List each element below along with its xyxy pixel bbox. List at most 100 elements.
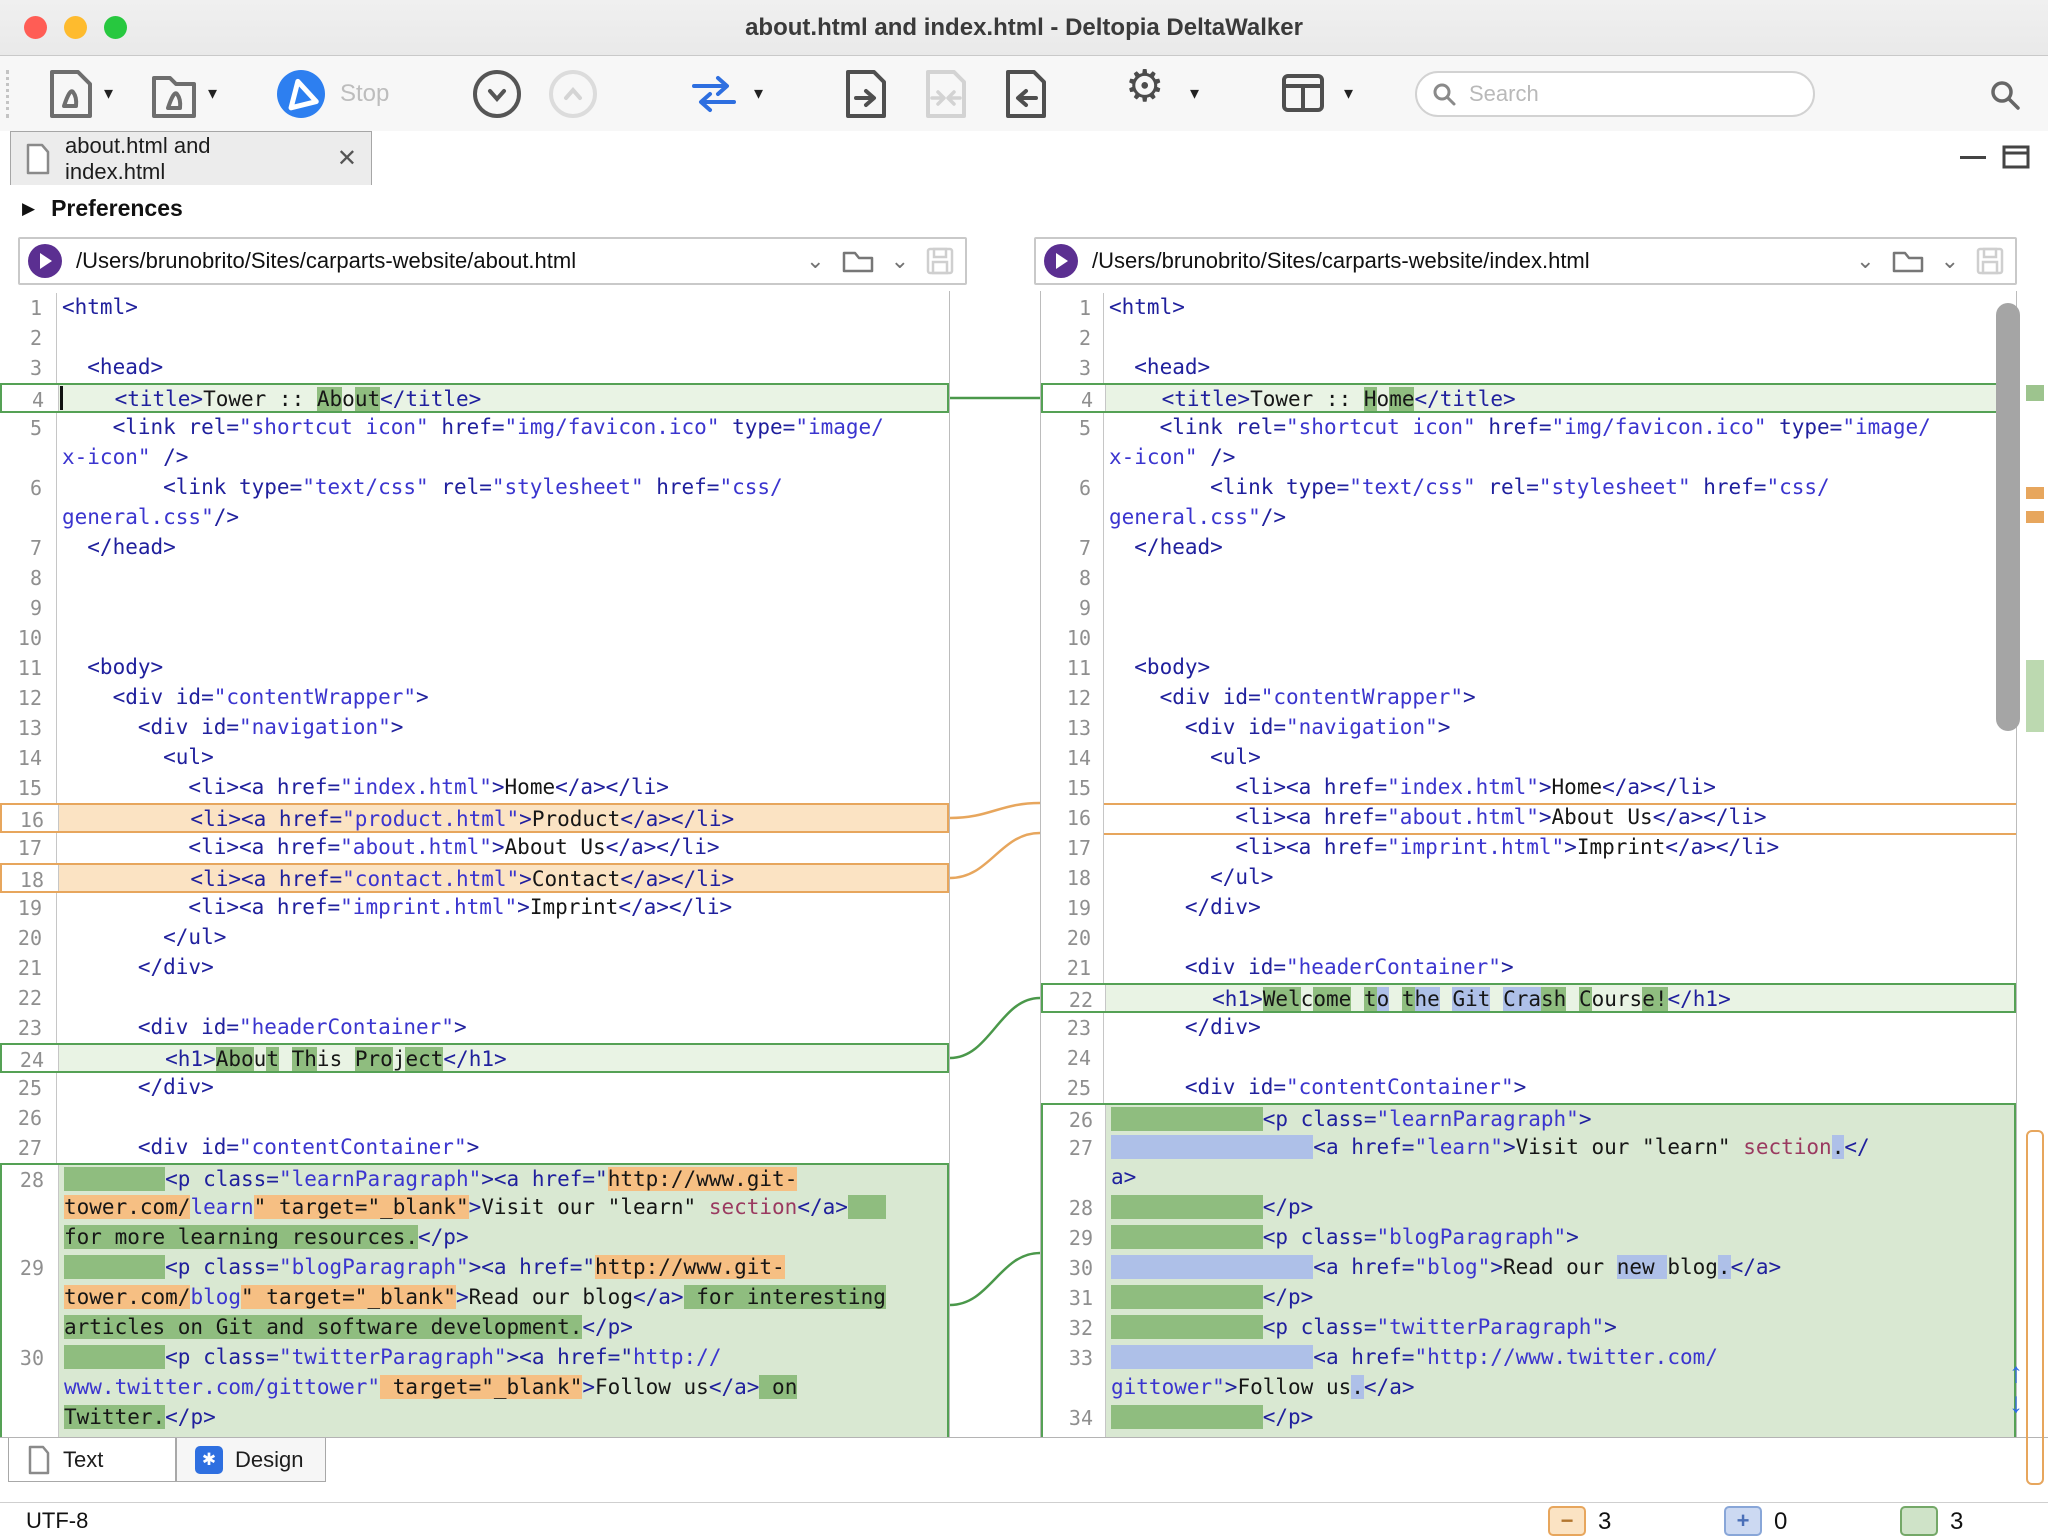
code-line[interactable]: </div> <box>1104 893 2016 923</box>
code-line[interactable]: <ul> <box>57 743 949 773</box>
folder-dropdown-icon[interactable]: ⌄ <box>891 248 909 274</box>
code-line[interactable]: <title>Tower :: About</title> <box>59 385 947 411</box>
code-line[interactable]: www.twitter.com/gittower" target="_blank… <box>59 1373 947 1403</box>
minimize-view-icon[interactable] <box>1960 156 1986 159</box>
left-code-pane[interactable]: 1<html>23 <head>4 <title>Tower :: About<… <box>0 291 950 1437</box>
ruler-mark[interactable] <box>2026 385 2044 401</box>
next-difference-button[interactable] <box>473 70 521 118</box>
merge-both-button[interactable] <box>922 68 972 127</box>
code-line[interactable]: <li><a href="imprint.html">Imprint</a></… <box>57 893 949 923</box>
code-line[interactable]: <a href="http://www.twitter.com/ <box>1106 1343 2014 1373</box>
code-line[interactable]: </div> <box>1104 1013 2016 1043</box>
code-line[interactable]: <div id="headerContainer"> <box>57 1013 949 1043</box>
code-line[interactable]: <li><a href="index.html">Home</a></li> <box>57 773 949 803</box>
compare-folders-dropdown[interactable]: ▾ <box>208 56 217 131</box>
layout-button[interactable] <box>1280 72 1326 119</box>
left-file-path[interactable]: /Users/brunobrito/Sites/carparts-website… <box>76 248 806 274</box>
diff-overview-ruler[interactable] <box>2026 291 2046 1437</box>
code-line[interactable]: <p class="blogParagraph"><a href="http:/… <box>59 1253 947 1283</box>
code-line[interactable]: </p> <box>1106 1193 2014 1223</box>
close-window-button[interactable] <box>24 16 47 39</box>
ruler-mark[interactable] <box>2026 660 2044 732</box>
code-line[interactable]: <div id="contentWrapper"> <box>57 683 949 713</box>
code-line[interactable]: <title>Tower :: Home</title> <box>1106 385 2014 411</box>
code-line[interactable]: <div id="contentContainer"> <box>57 1133 949 1163</box>
previous-difference-button[interactable] <box>549 70 597 118</box>
code-line[interactable]: general.css"/> <box>57 503 949 533</box>
code-line[interactable]: <p class="twitterParagraph"><a href="htt… <box>59 1343 947 1373</box>
code-line[interactable]: <div id="headerContainer"> <box>1104 953 2016 983</box>
preferences-label[interactable]: Preferences <box>51 195 183 222</box>
code-line[interactable] <box>1104 1043 2016 1073</box>
code-line[interactable]: <ul> <box>1104 743 2016 773</box>
code-line[interactable]: <body> <box>57 653 949 683</box>
code-line[interactable] <box>57 593 949 623</box>
code-line[interactable]: <a href="blog">Read our new blog.</a> <box>1106 1253 2014 1283</box>
scroll-nav-arrows[interactable]: ↑ ↓ <box>1999 1358 2033 1418</box>
merge-left-button[interactable] <box>1002 68 1052 127</box>
code-line[interactable]: a> <box>1106 1163 2014 1193</box>
code-line[interactable] <box>57 983 949 1013</box>
arrow-up-icon[interactable]: ↑ <box>1999 1358 2033 1388</box>
folder-dropdown-icon[interactable]: ⌄ <box>1941 248 1959 274</box>
code-line[interactable]: <html> <box>1104 293 2016 323</box>
folder-icon[interactable] <box>1891 247 1925 275</box>
right-file-path[interactable]: /Users/brunobrito/Sites/carparts-website… <box>1092 248 1856 274</box>
minimize-window-button[interactable] <box>64 16 87 39</box>
code-line[interactable]: <html> <box>57 293 949 323</box>
code-line[interactable]: <div id="navigation"> <box>57 713 949 743</box>
deltawalker-logo-button[interactable] <box>277 70 325 118</box>
code-line[interactable]: <li><a href="product.html">Product</a></… <box>59 805 947 831</box>
comparison-tab[interactable]: about.html and index.html ✕ <box>10 131 372 185</box>
code-line[interactable]: <a href="learn">Visit our "learn" sectio… <box>1106 1133 2014 1163</box>
refresh-comparison-button[interactable] <box>688 74 740 119</box>
ruler-mark[interactable] <box>2026 487 2044 499</box>
code-line[interactable]: <h1>Welcome to the Git Crash Course!</h1… <box>1106 985 2014 1011</box>
code-line[interactable]: <p class="blogParagraph"> <box>1106 1223 2014 1253</box>
vertical-scrollbar-thumb[interactable] <box>1996 303 2020 731</box>
layout-dropdown[interactable]: ▾ <box>1344 56 1353 131</box>
merge-right-button[interactable] <box>842 68 892 127</box>
search-input[interactable] <box>1467 80 1799 108</box>
code-line[interactable]: <link type="text/css" rel="stylesheet" h… <box>1104 473 2016 503</box>
code-line[interactable] <box>57 323 949 353</box>
arrow-down-icon[interactable]: ↓ <box>1999 1388 2033 1418</box>
code-line[interactable]: <link rel="shortcut icon" href="img/favi… <box>1104 413 2016 443</box>
code-line[interactable]: </div> <box>57 953 949 983</box>
folder-icon[interactable] <box>841 247 875 275</box>
ruler-mark[interactable] <box>2026 1130 2044 1485</box>
code-line[interactable]: x-icon" /> <box>1104 443 2016 473</box>
code-line[interactable]: articles on Git and software development… <box>59 1313 947 1343</box>
code-line[interactable]: tower.com/blog" target="_blank">Read our… <box>59 1283 947 1313</box>
code-line[interactable]: <li><a href="about.html">About Us</a></l… <box>1104 803 2016 833</box>
compare-folders-button[interactable] <box>148 68 200 127</box>
code-line[interactable]: <link type="text/css" rel="stylesheet" h… <box>57 473 949 503</box>
path-dropdown-icon[interactable]: ⌄ <box>1856 248 1874 274</box>
code-line[interactable]: <div id="navigation"> <box>1104 713 2016 743</box>
toolbar-drag-handle[interactable] <box>6 70 9 118</box>
code-line[interactable]: <p class="learnParagraph"> <box>1106 1105 2014 1133</box>
code-line[interactable]: <p class="twitterParagraph"> <box>1106 1313 2014 1343</box>
save-icon[interactable] <box>1975 246 2005 276</box>
code-line[interactable]: <li><a href="imprint.html">Imprint</a></… <box>1104 833 2016 863</box>
code-line[interactable] <box>1104 563 2016 593</box>
code-line[interactable]: </p> <box>1106 1403 2014 1433</box>
code-line[interactable] <box>57 563 949 593</box>
code-line[interactable]: <body> <box>1104 653 2016 683</box>
right-code-pane[interactable]: 1<html>23 <head>4 <title>Tower :: Home</… <box>1040 291 2017 1437</box>
toolbar-search-field[interactable] <box>1415 71 1815 117</box>
left-file-path-bar[interactable]: /Users/brunobrito/Sites/carparts-website… <box>18 237 967 285</box>
tab-text-view[interactable]: Text <box>8 1438 176 1482</box>
path-dropdown-icon[interactable]: ⌄ <box>806 248 824 274</box>
code-line[interactable]: x-icon" /> <box>57 443 949 473</box>
code-line[interactable]: gittower">Follow us.</a> <box>1106 1373 2014 1403</box>
code-line[interactable] <box>1104 323 2016 353</box>
code-line[interactable]: </ul> <box>57 923 949 953</box>
code-line[interactable]: <h1>About This Project</h1> <box>59 1045 947 1071</box>
code-line[interactable]: <head> <box>57 353 949 383</box>
code-line[interactable]: for more learning resources.</p> <box>59 1223 947 1253</box>
code-line[interactable] <box>57 1103 949 1133</box>
maximize-view-icon[interactable] <box>2002 145 2030 174</box>
code-line[interactable]: <div id="contentContainer"> <box>1104 1073 2016 1103</box>
code-line[interactable]: Twitter.</p> <box>59 1403 947 1433</box>
